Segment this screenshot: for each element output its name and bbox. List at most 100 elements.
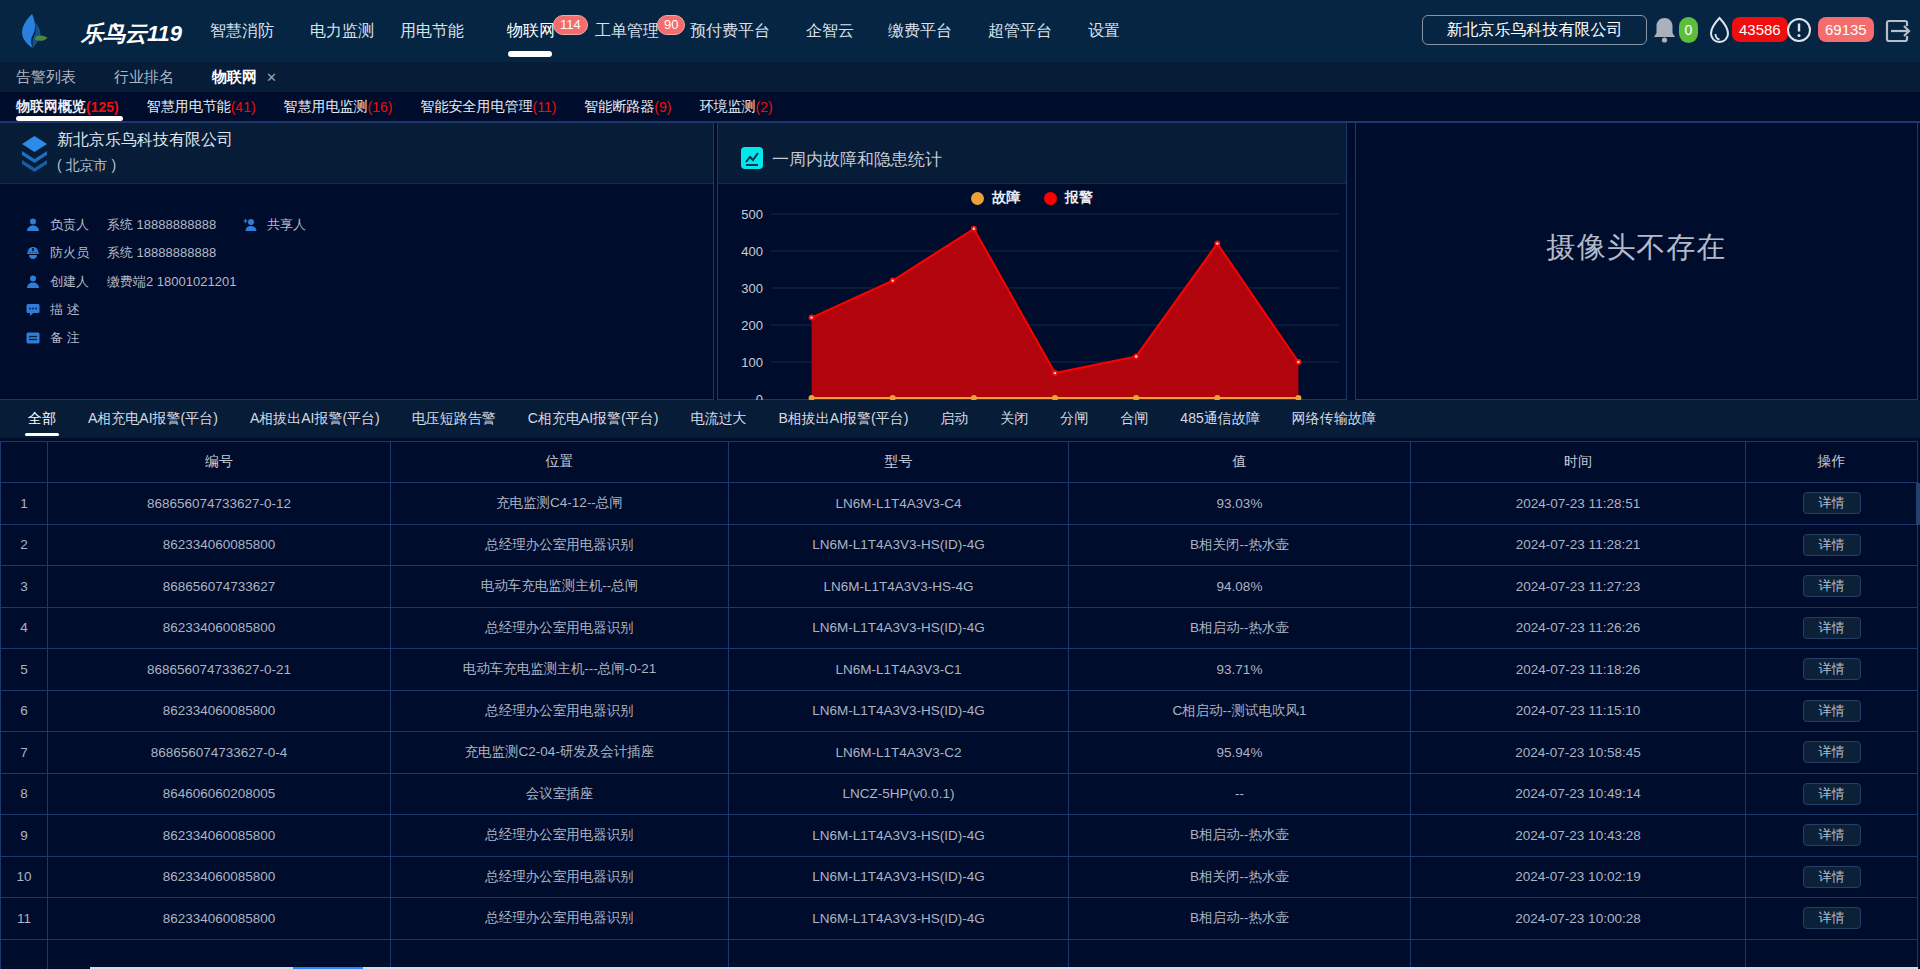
field-label: 共享人: [267, 216, 324, 234]
filter-tab-2[interactable]: A相拔出AI报警(平台): [250, 400, 380, 438]
cell-8-4: --: [1069, 773, 1411, 815]
company-panel: 新北京乐鸟科技有限公司 ( 北京市 ) 负责人系统 18888888888共享人…: [0, 123, 714, 400]
field-value: 系统 18888888888: [107, 244, 216, 262]
detail-button-3[interactable]: 详情: [1803, 575, 1861, 597]
filter-tab-12[interactable]: 网络传输故障: [1292, 400, 1376, 438]
nav-item-6[interactable]: 企智云: [806, 0, 854, 62]
filter-tab-1[interactable]: A相充电AI报警(平台): [88, 400, 218, 438]
filter-tab-9[interactable]: 分闸: [1060, 400, 1088, 438]
field-label: 描 述: [50, 301, 107, 319]
warning-count-badge[interactable]: 69135: [1818, 17, 1874, 42]
warning-icon[interactable]: [1786, 17, 1812, 47]
filter-tab-8[interactable]: 关闭: [1000, 400, 1028, 438]
col-header-5: 操作: [1746, 442, 1918, 483]
vertical-scrollbar-thumb[interactable]: [1916, 483, 1920, 525]
detail-button-8[interactable]: 详情: [1803, 783, 1861, 805]
cell-4-3: LN6M-L1T4A3V3-HS(ID)-4G: [729, 607, 1069, 649]
filter-tab-10[interactable]: 合闸: [1120, 400, 1148, 438]
detail-button-5[interactable]: 详情: [1803, 658, 1861, 680]
cell-7-3: LN6M-L1T4A3V3-C2: [729, 732, 1069, 774]
table-row-8: 8864606060208005会议室插座LNCZ-5HP(v0.0.1)--2…: [1, 773, 1918, 815]
cell-3-5: 2024-07-23 11:27:23: [1411, 566, 1746, 608]
brand-title: 乐鸟云119: [81, 19, 182, 49]
table-row-7: 7868656074733627-0-4充电监测C2-04-研发及会计插座LN6…: [1, 732, 1918, 774]
nav-item-4[interactable]: 工单管理90: [595, 0, 685, 62]
company-button[interactable]: 新北京乐鸟科技有限公司: [1422, 15, 1647, 45]
logo-icon: [17, 13, 49, 53]
table-row-10: 10862334060085800总经理办公室用电器识别LN6M-L1T4A3V…: [1, 856, 1918, 898]
nav-item-8[interactable]: 超管平台: [988, 0, 1052, 62]
tab-0[interactable]: 告警列表: [16, 68, 76, 87]
field-label: 创建人: [50, 273, 107, 291]
nav-item-0[interactable]: 智慧消防: [210, 0, 274, 62]
logout-icon[interactable]: [1881, 15, 1913, 51]
company-name: 新北京乐鸟科技有限公司: [57, 130, 233, 151]
cell-7-1: 868656074733627-0-4: [48, 732, 391, 774]
filter-tab-4[interactable]: C相充电AI报警(平台): [528, 400, 659, 438]
detail-button-7[interactable]: 详情: [1803, 741, 1861, 763]
cell-1-1: 868656074733627-0-12: [48, 483, 391, 525]
cell-6-4: C相启动--测试电吹风1: [1069, 690, 1411, 732]
cell-1-2: 充电监测C4-12--总闸: [391, 483, 729, 525]
nav-item-2[interactable]: 用电节能: [400, 0, 464, 62]
cell-3-1: 868656074733627: [48, 566, 391, 608]
subtab-bar: 物联网概览(125) 智慧用电节能(41) 智慧用电监测(16) 智能安全用电管理(1…: [0, 92, 1920, 123]
nav-item-9[interactable]: 设置: [1088, 0, 1120, 62]
filter-tab-6[interactable]: B相拔出AI报警(平台): [778, 400, 908, 438]
nav-badge-4: 90: [657, 15, 685, 35]
cell-11-1: 862334060085800: [48, 898, 391, 940]
svg-text:500: 500: [741, 207, 763, 222]
subtab-3[interactable]: 智能安全用电管理(11): [421, 92, 557, 121]
subtab-0[interactable]: 物联网概览(125): [16, 92, 119, 121]
cell-7-2: 充电监测C2-04-研发及会计插座: [391, 732, 729, 774]
bell-icon[interactable]: [1653, 16, 1676, 48]
cell-6-5: 2024-07-23 11:15:10: [1411, 690, 1746, 732]
detail-button-10[interactable]: 详情: [1803, 866, 1861, 888]
detail-button-9[interactable]: 详情: [1803, 824, 1861, 846]
cell-9-2: 总经理办公室用电器识别: [391, 815, 729, 857]
cell-2-2: 总经理办公室用电器识别: [391, 524, 729, 566]
tab-2[interactable]: 物联网✕: [212, 68, 277, 87]
cell-2-5: 2024-07-23 11:28:21: [1411, 524, 1746, 566]
detail-button-2[interactable]: 详情: [1803, 534, 1861, 556]
col-header-3: 值: [1069, 442, 1411, 483]
notification-badge[interactable]: 0: [1679, 17, 1698, 43]
svg-text:300: 300: [741, 281, 763, 296]
nav-item-7[interactable]: 缴费平台: [888, 0, 952, 62]
tab-close-icon[interactable]: ✕: [266, 70, 277, 85]
cell-7-5: 2024-07-23 10:58:45: [1411, 732, 1746, 774]
filter-tab-11[interactable]: 485通信故障: [1180, 400, 1259, 438]
detail-button-11[interactable]: 详情: [1803, 907, 1861, 929]
cell-9-5: 2024-07-23 10:43:28: [1411, 815, 1746, 857]
filter-tab-3[interactable]: 电压短路告警: [412, 400, 496, 438]
cell-3-3: LN6M-L1T4A3V3-HS-4G: [729, 566, 1069, 608]
cell-6-3: LN6M-L1T4A3V3-HS(ID)-4G: [729, 690, 1069, 732]
fire-count-badge[interactable]: 43586: [1732, 17, 1788, 42]
subtab-1[interactable]: 智慧用电节能(41): [147, 92, 256, 121]
subtab-5[interactable]: 环境监测(2): [699, 92, 772, 121]
detail-button-1[interactable]: 详情: [1803, 492, 1861, 514]
company-panel-header: 新北京乐鸟科技有限公司 ( 北京市 ): [0, 123, 713, 184]
filter-tab-0[interactable]: 全部: [28, 400, 56, 438]
cell-10-1: 862334060085800: [48, 856, 391, 898]
tab-1[interactable]: 行业排名: [114, 68, 174, 87]
cell-11-4: B相启动--热水壶: [1069, 898, 1411, 940]
detail-button-4[interactable]: 详情: [1803, 617, 1861, 639]
nav-item-1[interactable]: 电力监测: [310, 0, 374, 62]
filter-tab-5[interactable]: 电流过大: [690, 400, 746, 438]
fire-icon[interactable]: [1707, 16, 1732, 48]
col-header-0: 编号: [48, 442, 391, 483]
cell-1-5: 2024-07-23 11:28:51: [1411, 483, 1746, 525]
nav-item-5[interactable]: 预付费平台: [690, 0, 770, 62]
cell-5-1: 868656074733627-0-21: [48, 649, 391, 691]
subtab-4[interactable]: 智能断路器(9): [584, 92, 671, 121]
cell-4-1: 862334060085800: [48, 607, 391, 649]
cell-6-2: 总经理办公室用电器识别: [391, 690, 729, 732]
field-label: 防火员: [50, 244, 107, 262]
cell-8-1: 864606060208005: [48, 773, 391, 815]
fireman-icon: [26, 246, 40, 260]
subtab-2[interactable]: 智慧用电监测(16): [284, 92, 393, 121]
filter-tab-7[interactable]: 启动: [940, 400, 968, 438]
nav-item-3[interactable]: 物联网114: [507, 0, 588, 62]
detail-button-6[interactable]: 详情: [1803, 700, 1861, 722]
